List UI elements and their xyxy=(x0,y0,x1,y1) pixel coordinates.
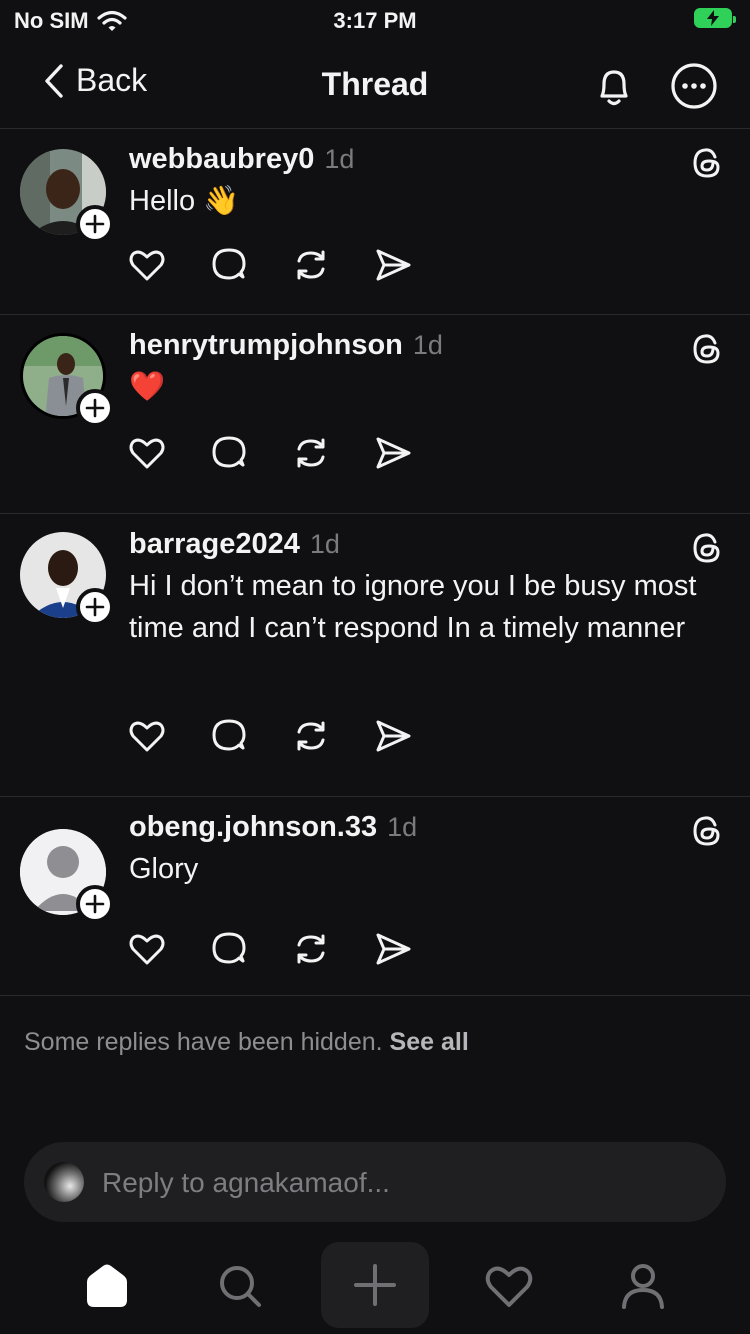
status-time: 3:17 PM xyxy=(333,8,417,33)
threads-logo-icon xyxy=(693,334,720,364)
reply-text: Hi I don’t mean to ignore you I be busy … xyxy=(129,570,697,644)
thread-reply-list: webbaubrey0 1d Hello 👋 henrytrumpjohnson… xyxy=(0,129,750,996)
tab-create[interactable] xyxy=(321,1242,429,1328)
threads-logo-icon xyxy=(693,148,720,178)
timestamp: 1d xyxy=(387,812,418,842)
heart-icon[interactable] xyxy=(127,929,167,969)
search-icon xyxy=(220,1266,261,1307)
heart-icon[interactable] xyxy=(127,245,167,285)
reply-content: barrage2024 1d Hi I don’t mean to ignore… xyxy=(129,528,696,649)
reply-actions xyxy=(127,245,413,285)
share-send-icon[interactable] xyxy=(373,245,413,285)
home-icon xyxy=(87,1264,127,1307)
username[interactable]: henrytrumpjohnson xyxy=(129,329,403,362)
reply-actions xyxy=(127,929,413,969)
heart-icon xyxy=(485,1266,533,1307)
comment-icon[interactable] xyxy=(209,929,249,969)
bottom-tab-bar xyxy=(0,1240,750,1334)
reply-header: barrage2024 1d xyxy=(129,528,680,561)
timestamp: 1d xyxy=(309,529,340,559)
status-bar: No SIM 3:17 PM xyxy=(0,0,750,40)
threads-logo-icon xyxy=(693,533,720,563)
tab-home[interactable] xyxy=(77,1256,137,1316)
reply-actions xyxy=(127,433,413,473)
plus-icon xyxy=(354,1264,396,1306)
reply-item[interactable]: obeng.johnson.33 1d Glory xyxy=(0,797,750,996)
tab-profile[interactable] xyxy=(613,1256,673,1316)
status-right xyxy=(694,8,736,28)
hidden-replies-notice: Some replies have been hidden. See all xyxy=(24,1028,469,1057)
tab-search[interactable] xyxy=(210,1256,270,1316)
follow-plus-icon[interactable] xyxy=(76,885,114,923)
nav-bar: Back Thread xyxy=(0,40,750,129)
avatar-container[interactable] xyxy=(20,333,114,427)
avatar-container[interactable] xyxy=(20,149,114,243)
follow-plus-icon[interactable] xyxy=(76,389,114,427)
timestamp: 1d xyxy=(324,144,355,174)
tab-activity[interactable] xyxy=(479,1256,539,1316)
repost-icon[interactable] xyxy=(291,716,331,756)
more-options-icon[interactable] xyxy=(670,62,718,110)
share-send-icon[interactable] xyxy=(373,716,413,756)
reply-item[interactable]: barrage2024 1d Hi I don’t mean to ignore… xyxy=(0,514,750,797)
avatar-container[interactable] xyxy=(20,829,114,923)
reply-text: Glory xyxy=(129,853,199,885)
username[interactable]: webbaubrey0 xyxy=(129,143,314,176)
reply-text: ❤️ xyxy=(129,371,166,403)
battery-charging-icon xyxy=(694,8,736,28)
follow-plus-icon[interactable] xyxy=(76,205,114,243)
reply-actions xyxy=(127,716,413,756)
threads-logo-icon xyxy=(693,816,720,846)
reply-input[interactable] xyxy=(100,1160,694,1206)
repost-icon[interactable] xyxy=(291,245,331,285)
comment-icon[interactable] xyxy=(209,433,249,473)
share-send-icon[interactable] xyxy=(373,929,413,969)
username[interactable]: obeng.johnson.33 xyxy=(129,811,377,844)
reply-header: obeng.johnson.33 1d xyxy=(129,811,680,844)
reply-item[interactable]: webbaubrey0 1d Hello 👋 xyxy=(0,129,750,315)
reply-header: webbaubrey0 1d xyxy=(129,143,680,176)
username[interactable]: barrage2024 xyxy=(129,528,300,561)
see-all-link[interactable]: See all xyxy=(390,1028,469,1056)
heart-icon[interactable] xyxy=(127,433,167,473)
bell-icon[interactable] xyxy=(590,62,638,110)
comment-icon[interactable] xyxy=(209,245,249,285)
follow-plus-icon[interactable] xyxy=(76,588,114,626)
repost-icon[interactable] xyxy=(291,929,331,969)
reply-item[interactable]: henrytrumpjohnson 1d ❤️ xyxy=(0,315,750,514)
share-send-icon[interactable] xyxy=(373,433,413,473)
heart-icon[interactable] xyxy=(127,716,167,756)
reply-header: henrytrumpjohnson 1d xyxy=(129,329,680,362)
reply-content: webbaubrey0 1d Hello 👋 xyxy=(129,143,680,222)
timestamp: 1d xyxy=(412,330,443,360)
reply-content: henrytrumpjohnson 1d ❤️ xyxy=(129,329,680,408)
reply-text: Hello 👋 xyxy=(129,185,240,217)
profile-icon xyxy=(622,1264,664,1309)
reply-composer[interactable] xyxy=(24,1142,726,1222)
repost-icon[interactable] xyxy=(291,433,331,473)
comment-icon[interactable] xyxy=(209,716,249,756)
hidden-replies-text: Some replies have been hidden. xyxy=(24,1028,383,1056)
avatar-container[interactable] xyxy=(20,532,114,626)
reply-content: obeng.johnson.33 1d Glory xyxy=(129,811,680,890)
current-user-avatar xyxy=(44,1162,84,1202)
